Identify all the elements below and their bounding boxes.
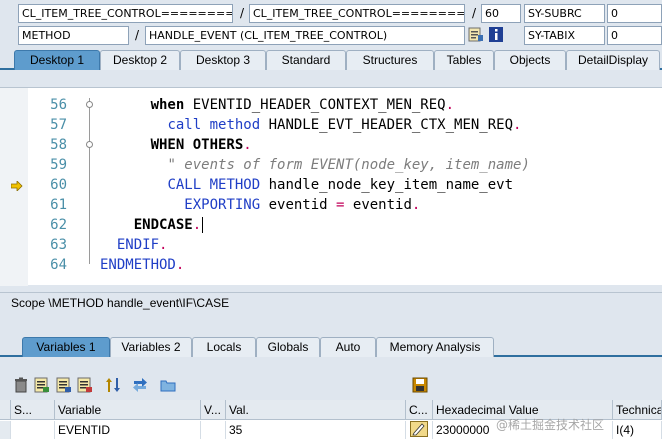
- event-name-field[interactable]: HANDLE_EVENT (CL_ITEM_TREE_CONTROL): [145, 26, 465, 45]
- header-row-2: METHOD / HANDLE_EVENT (CL_ITEM_TREE_CONT…: [0, 26, 662, 46]
- tab-structures[interactable]: Structures: [346, 50, 434, 70]
- code-line: 64 ENDMETHOD.: [0, 255, 662, 275]
- delete-icon[interactable]: [13, 377, 29, 393]
- variable-icon[interactable]: [77, 377, 93, 393]
- folder-icon[interactable]: [160, 377, 176, 393]
- separator: /: [240, 6, 245, 20]
- line-number: 61: [50, 197, 67, 213]
- program-field-1[interactable]: CL_ITEM_TREE_CONTROL==========: [18, 4, 233, 23]
- tab-variables-2[interactable]: Variables 2: [110, 337, 192, 357]
- tab-auto[interactable]: Auto: [320, 337, 376, 357]
- tab-objects[interactable]: Objects: [494, 50, 566, 70]
- separator: /: [135, 28, 140, 42]
- code-text: " events of form EVENT(node_key, item_na…: [167, 157, 530, 173]
- line-number: 64: [50, 257, 67, 273]
- info-icon[interactable]: [488, 26, 506, 45]
- transfer-icon[interactable]: [132, 377, 148, 393]
- watermark: @稀土掘金技术社区: [496, 418, 605, 432]
- code-line: 59 " events of form EVENT(node_key, item…: [0, 155, 662, 175]
- save-icon[interactable]: [412, 377, 428, 393]
- display-object-icon[interactable]: [468, 26, 486, 45]
- code-line-current: 60 CALL METHOD handle_node_key_item_name…: [0, 175, 662, 195]
- tab-desktop-2[interactable]: Desktop 2: [100, 50, 180, 70]
- table-cell-value[interactable]: 35: [226, 421, 406, 439]
- variables-toolbar: [0, 375, 662, 397]
- line-number: 56: [50, 97, 67, 113]
- column-header-v[interactable]: V...: [201, 400, 226, 420]
- code-line: 62 ENDCASE.: [0, 215, 662, 235]
- column-header-variable[interactable]: Variable: [55, 400, 201, 420]
- code-text: ENDCASE.: [133, 217, 204, 233]
- sysfield-name-1[interactable]: SY-SUBRC: [524, 4, 605, 23]
- code-text: CALL METHOD handle_node_key_item_name_ev…: [167, 177, 514, 193]
- line-number: 62: [50, 217, 67, 233]
- scope-bar: Scope \METHOD handle_event\IF\CASE: [0, 292, 662, 312]
- tab-locals[interactable]: Locals: [192, 337, 256, 357]
- tab-globals[interactable]: Globals: [256, 337, 320, 357]
- header-row-1: CL_ITEM_TREE_CONTROL========== / CL_ITEM…: [0, 4, 662, 24]
- table-cell: [11, 421, 55, 439]
- line-number: 58: [50, 137, 67, 153]
- line-number: 57: [50, 117, 67, 133]
- code-text: EXPORTING eventid = eventid.: [184, 197, 421, 213]
- tab-standard[interactable]: Standard: [266, 50, 346, 70]
- code-line: 57 call method HANDLE_EVT_HEADER_CTX_MEN…: [0, 115, 662, 135]
- desktop-tabstrip: Desktop 1 Desktop 2 Desktop 3 Standard S…: [0, 48, 662, 70]
- line-number: 59: [50, 157, 67, 173]
- variable-icon[interactable]: [56, 377, 72, 393]
- event-type-field[interactable]: METHOD: [18, 26, 129, 45]
- code-line: 58 WHEN OTHERS.: [0, 135, 662, 155]
- edit-value-cell[interactable]: [406, 421, 433, 439]
- text-cursor: [202, 217, 204, 233]
- column-header-s[interactable]: S...: [11, 400, 55, 420]
- code-text: when EVENTID_HEADER_CONTEXT_MEN_REQ.: [150, 97, 455, 113]
- sysfield-value-1: 0: [607, 4, 662, 23]
- code-line: 61 EXPORTING eventid = eventid.: [0, 195, 662, 215]
- fold-marker[interactable]: [86, 141, 93, 148]
- current-line-arrow-icon: [10, 180, 23, 192]
- code-text: call method HANDLE_EVT_HEADER_CTX_MEN_RE…: [167, 117, 522, 133]
- code-line: 56 when EVENTID_HEADER_CONTEXT_MEN_REQ.: [0, 95, 662, 115]
- column-header-technical[interactable]: Technica: [613, 400, 662, 420]
- grid-corner[interactable]: [0, 400, 11, 420]
- sysfield-value-2: 0: [607, 26, 662, 45]
- code-editor[interactable]: 56 when EVENTID_HEADER_CONTEXT_MEN_REQ. …: [0, 87, 662, 286]
- fold-marker[interactable]: [86, 101, 93, 108]
- separator: /: [472, 6, 477, 20]
- code-text: ENDMETHOD.: [100, 257, 185, 273]
- code-line: 63 ENDIF.: [0, 235, 662, 255]
- tab-detaildisplay[interactable]: DetailDisplay: [566, 50, 660, 70]
- column-header-c[interactable]: C...: [406, 400, 433, 420]
- variable-icon[interactable]: [34, 377, 50, 393]
- code-text: ENDIF.: [116, 237, 168, 253]
- column-header-value[interactable]: Val.: [226, 400, 406, 420]
- program-field-2[interactable]: CL_ITEM_TREE_CONTROL==========: [249, 4, 465, 23]
- sysfield-name-2[interactable]: SY-TABIX: [524, 26, 605, 45]
- table-cell-variable[interactable]: EVENTID: [55, 421, 201, 439]
- sort-icon[interactable]: [105, 377, 121, 393]
- tab-variables-1[interactable]: Variables 1: [22, 337, 110, 357]
- variables-tabstrip: Variables 1 Variables 2 Locals Globals A…: [0, 336, 662, 357]
- tab-desktop-3[interactable]: Desktop 3: [180, 50, 266, 70]
- table-cell-technical: I(4): [613, 421, 662, 439]
- row-selector[interactable]: [0, 421, 11, 439]
- table-cell: [201, 421, 226, 439]
- tab-tables[interactable]: Tables: [434, 50, 494, 70]
- tab-desktop-1[interactable]: Desktop 1: [14, 50, 100, 70]
- line-number: 60: [50, 177, 67, 193]
- pencil-icon[interactable]: [410, 421, 428, 437]
- tab-memory-analysis[interactable]: Memory Analysis: [376, 337, 494, 357]
- line-field[interactable]: 60: [481, 4, 521, 23]
- line-number: 63: [50, 237, 67, 253]
- code-text: WHEN OTHERS.: [150, 137, 252, 153]
